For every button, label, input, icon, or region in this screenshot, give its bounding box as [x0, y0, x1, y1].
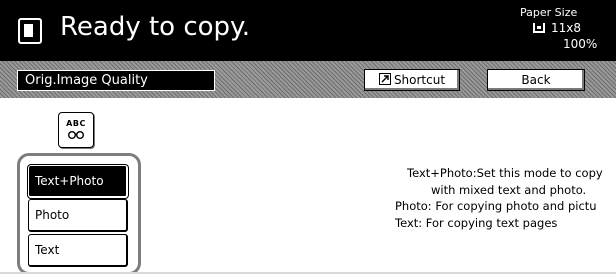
- option-photo[interactable]: Photo: [28, 199, 128, 232]
- copier-screen: Ready to copy. Paper Size 11x8 100% Orig…: [0, 0, 616, 274]
- paper-tray-icon: [533, 23, 545, 33]
- shortcut-button[interactable]: Shortcut: [364, 69, 460, 91]
- help-line-1: Text+Photo:Set this mode to copy: [407, 166, 603, 180]
- status-message: Ready to copy.: [60, 12, 250, 42]
- option-text-photo[interactable]: Text+Photo: [28, 165, 128, 198]
- help-line-2: with mixed text and photo.: [431, 183, 587, 197]
- help-line-3: Photo: For copying photo and pictu: [395, 199, 597, 213]
- text-photo-mode-icon: ABC: [58, 112, 94, 148]
- status-bar: Ready to copy. Paper Size 11x8 100%: [0, 0, 616, 61]
- paper-size-label: Paper Size: [520, 6, 578, 19]
- document-icon: [18, 18, 42, 44]
- mode-icon-text: ABC: [66, 119, 86, 128]
- paper-size-value: 11x8: [551, 21, 582, 35]
- page-title: Orig.Image Quality: [17, 70, 215, 91]
- back-button[interactable]: Back: [487, 69, 585, 91]
- shortcut-arrow-icon: [378, 73, 391, 85]
- title-band: Orig.Image Quality Shortcut Back: [0, 61, 616, 98]
- shortcut-label: Shortcut: [393, 73, 446, 87]
- glasses-icon: [68, 131, 84, 139]
- help-line-4: Text: For copying text pages: [395, 216, 558, 230]
- zoom-level: 100%: [563, 37, 598, 51]
- option-text[interactable]: Text: [28, 234, 128, 267]
- paper-size-row: 11x8: [533, 20, 581, 36]
